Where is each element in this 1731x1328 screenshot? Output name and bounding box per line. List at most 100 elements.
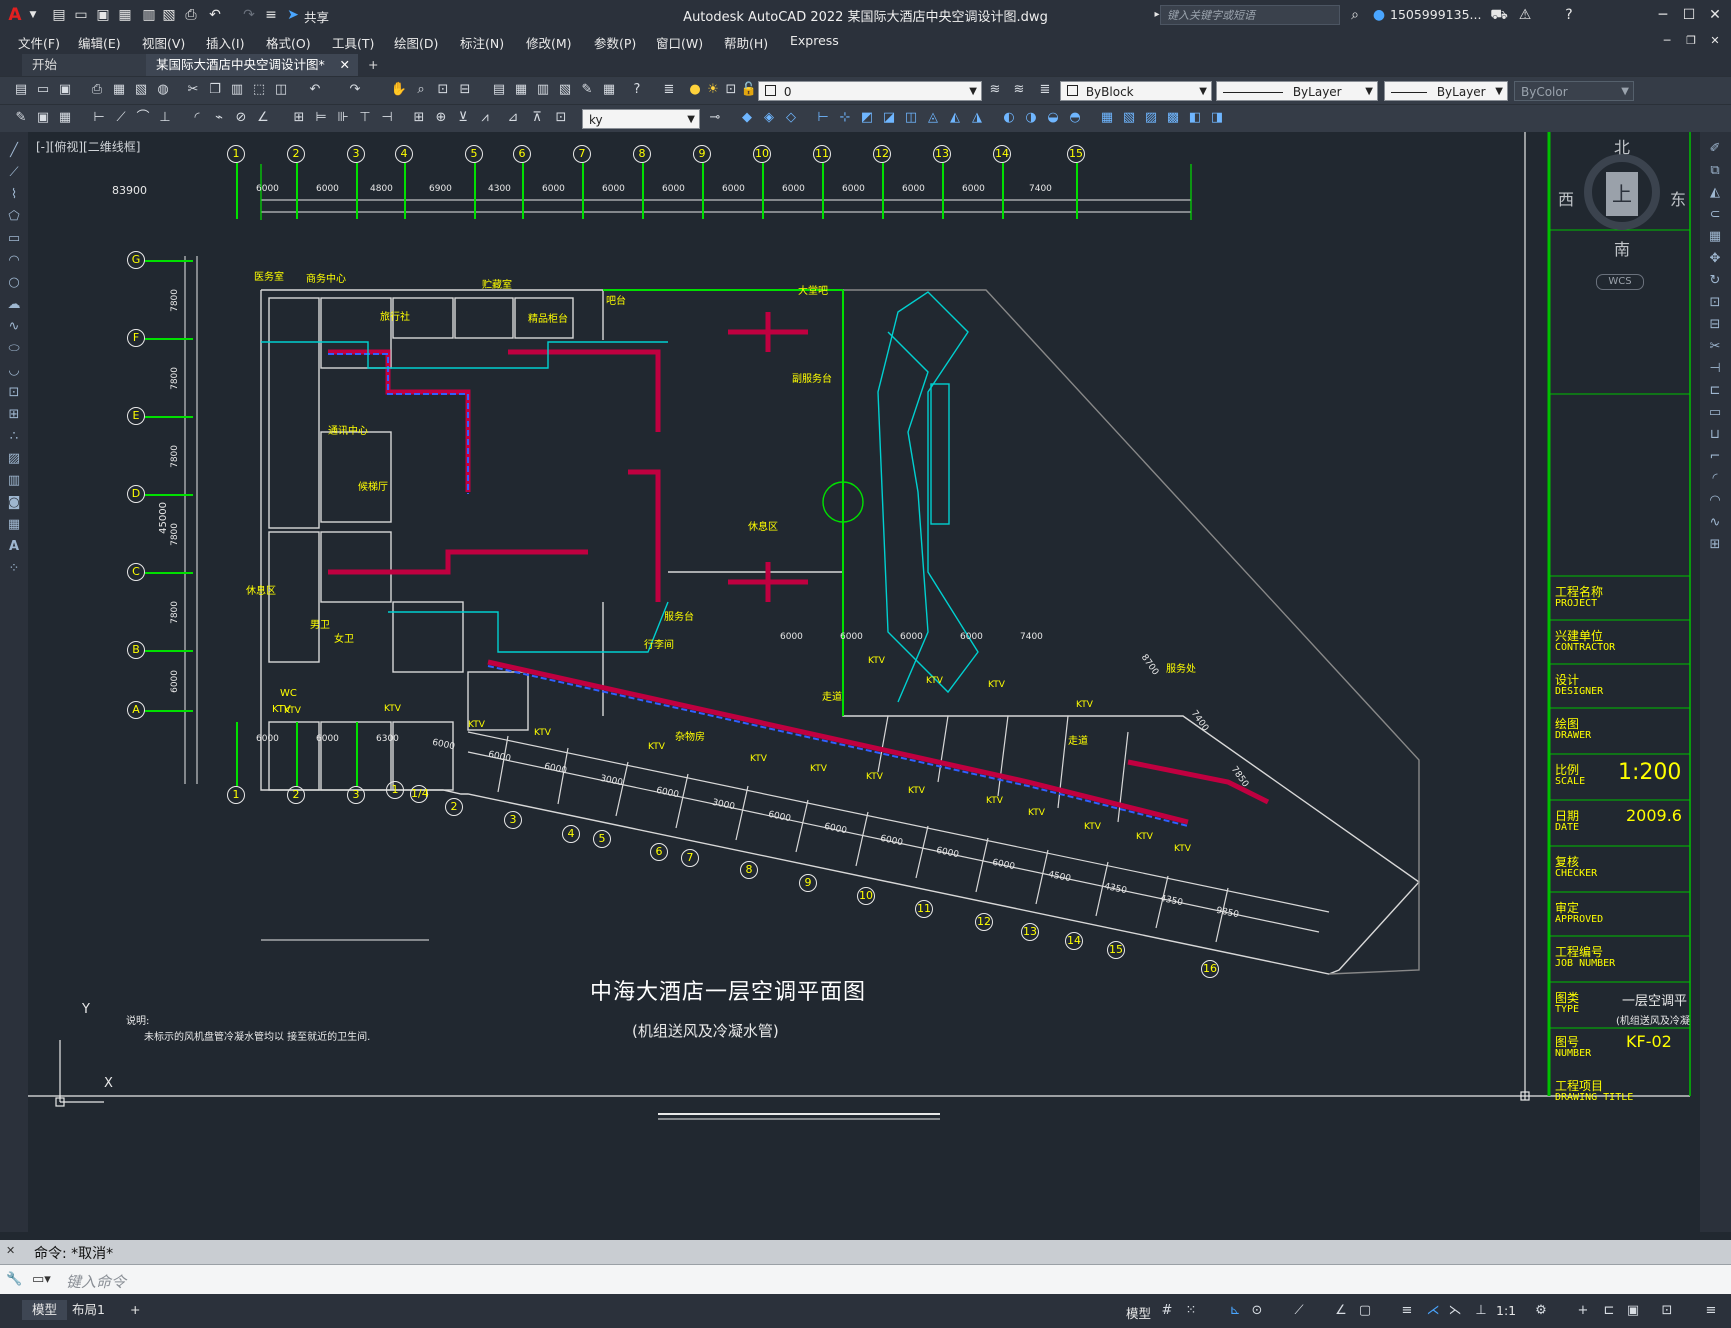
- new-icon[interactable]: ▤: [12, 81, 30, 99]
- doc-close-button[interactable]: ✕: [1702, 30, 1728, 52]
- linetype-combo[interactable]: ByLayer ▼: [1216, 81, 1378, 101]
- menu-parametric[interactable]: 参数(P): [594, 33, 636, 52]
- radius-dim-icon[interactable]: ◜: [188, 109, 206, 127]
- dim-space-icon[interactable]: ⊤: [356, 109, 374, 127]
- dim-update-icon[interactable]: ⊡: [552, 109, 570, 127]
- user-name[interactable]: 1505999135...: [1390, 7, 1481, 22]
- close-tab-icon[interactable]: ✕: [340, 54, 350, 76]
- save-icon[interactable]: ▣: [56, 81, 74, 99]
- region-icon[interactable]: ◙: [5, 494, 23, 512]
- isolate-icon[interactable]: ⊏: [1600, 1302, 1618, 1320]
- blend-icon[interactable]: ◠: [1706, 492, 1724, 510]
- calculator-icon[interactable]: ▦: [600, 81, 618, 99]
- continue-dim-icon[interactable]: ⊪: [334, 109, 352, 127]
- point-icon[interactable]: ∴: [5, 428, 23, 446]
- text-style-icon[interactable]: ✎: [12, 109, 30, 127]
- erase-icon[interactable]: ✐: [1706, 140, 1724, 158]
- ucs-object-icon[interactable]: ◪: [880, 109, 898, 127]
- isodraft-icon[interactable]: ⟋: [1290, 1302, 1308, 1320]
- ucs-3point-icon[interactable]: ◮: [968, 109, 986, 127]
- add-selected-icon[interactable]: ⁘: [5, 560, 23, 578]
- linear-dim-icon[interactable]: ⊢: [90, 109, 108, 127]
- menu-help[interactable]: 帮助(H): [724, 33, 768, 52]
- ucs-x-icon[interactable]: ◐: [1000, 109, 1018, 127]
- layer-on-icon[interactable]: ●: [686, 81, 704, 99]
- dim-style-icon[interactable]: ▣: [34, 109, 52, 127]
- add-icon[interactable]: +: [1574, 1302, 1592, 1320]
- frames-icon[interactable]: ◨: [1208, 109, 1226, 127]
- tolerance-icon[interactable]: ⊞: [410, 109, 428, 127]
- ucs-face-icon[interactable]: ◩: [858, 109, 876, 127]
- annotation-scale-icon[interactable]: ⊥: [1472, 1302, 1490, 1320]
- join-icon[interactable]: ⊔: [1706, 426, 1724, 444]
- dim-text-edit-icon[interactable]: ⊼: [528, 109, 546, 127]
- 3d-orbit-icon[interactable]: ◆: [738, 109, 756, 127]
- ucs-zaxis-icon[interactable]: ◭: [946, 109, 964, 127]
- clean-screen-icon[interactable]: ⊡: [1658, 1302, 1676, 1320]
- match-properties-icon[interactable]: ⬚: [250, 81, 268, 99]
- zoom-previous-icon[interactable]: ⊟: [456, 81, 474, 99]
- search-input[interactable]: 键入关键字或短语: [1160, 5, 1340, 25]
- publish-icon[interactable]: ▧: [132, 81, 150, 99]
- polygon-icon[interactable]: ⬠: [5, 208, 23, 226]
- annotation-visibility-icon[interactable]: ⋌: [1424, 1302, 1442, 1320]
- undo-icon[interactable]: ↶: [306, 81, 324, 99]
- revision-cloud-icon[interactable]: ☁: [5, 296, 23, 314]
- 3d-print-icon[interactable]: ◍: [154, 81, 172, 99]
- back-view-icon[interactable]: ◇: [782, 109, 800, 127]
- search-icon[interactable]: ⌕: [1346, 6, 1364, 24]
- object-snap-tracking-icon[interactable]: ∠: [1332, 1302, 1350, 1320]
- layer-properties-icon[interactable]: ≣: [660, 81, 678, 99]
- rotate-icon[interactable]: ↻: [1706, 272, 1724, 290]
- tab-model[interactable]: 模型: [22, 1300, 68, 1320]
- osnap-icon[interactable]: ▢: [1356, 1302, 1374, 1320]
- minimize-button[interactable]: ─: [1650, 4, 1676, 26]
- viewcube-north[interactable]: 北: [1614, 134, 1630, 158]
- zoom-window-icon[interactable]: ⊡: [434, 81, 452, 99]
- plot-preview-icon[interactable]: ▦: [110, 81, 128, 99]
- mirror-icon[interactable]: ◭: [1706, 184, 1724, 202]
- menu-format[interactable]: 格式(O): [266, 33, 311, 52]
- break-icon[interactable]: ▭: [1706, 404, 1724, 422]
- layer-lock-icon[interactable]: 🔓: [740, 81, 758, 99]
- viewcube-west[interactable]: 西: [1558, 186, 1574, 210]
- table-icon[interactable]: ▦: [5, 516, 23, 534]
- center-mark-icon[interactable]: ⊕: [432, 109, 450, 127]
- diameter-dim-icon[interactable]: ⊘: [232, 109, 250, 127]
- ucs-world-icon[interactable]: ⊹: [836, 109, 854, 127]
- viewcube-south[interactable]: 南: [1614, 236, 1630, 260]
- layer-vp-icon[interactable]: ⊡: [722, 81, 740, 99]
- wcs-menu[interactable]: WCS: [1596, 274, 1644, 290]
- ortho-icon[interactable]: ⊾: [1226, 1302, 1244, 1320]
- zoom-realtime-icon[interactable]: ⌕: [412, 81, 430, 99]
- snap-icon[interactable]: ⁙: [1182, 1302, 1200, 1320]
- new-tab-button[interactable]: +: [358, 54, 392, 76]
- grid-icon[interactable]: #: [1158, 1302, 1176, 1320]
- rectangle-icon[interactable]: ▭: [5, 230, 23, 248]
- xref-icon[interactable]: ▧: [1120, 109, 1138, 127]
- paste-icon[interactable]: ▥: [228, 81, 246, 99]
- spline-icon[interactable]: ∿: [5, 318, 23, 336]
- recent-commands-icon[interactable]: ▭▾: [32, 1272, 51, 1287]
- doc-minimize-button[interactable]: ─: [1654, 30, 1680, 52]
- help-icon[interactable]: ?: [628, 81, 646, 99]
- layer-combo[interactable]: 0 ▼: [758, 81, 982, 101]
- jogged-dim-icon[interactable]: ⌁: [210, 109, 228, 127]
- polar-icon[interactable]: ⊙: [1248, 1302, 1266, 1320]
- lineweight-icon[interactable]: ≡: [1398, 1302, 1416, 1320]
- ucs-icon[interactable]: ⊢: [814, 109, 832, 127]
- chamfer-icon[interactable]: ⌐: [1706, 448, 1724, 466]
- menu-express[interactable]: Express: [790, 33, 839, 48]
- pan-icon[interactable]: ✋: [390, 81, 408, 99]
- adjust-icon[interactable]: ◧: [1186, 109, 1204, 127]
- maximize-button[interactable]: ☐: [1676, 4, 1702, 26]
- menu-view[interactable]: 视图(V): [142, 33, 185, 52]
- dim-break-icon[interactable]: ⊣: [378, 109, 396, 127]
- ucs-view-icon[interactable]: ◫: [902, 109, 920, 127]
- angular-dim-icon[interactable]: ∠: [254, 109, 272, 127]
- spline-edit-icon[interactable]: ∿: [1706, 514, 1724, 532]
- design-center-icon[interactable]: ▦: [512, 81, 530, 99]
- workspace-gear-icon[interactable]: ⚙: [1532, 1302, 1550, 1320]
- viewcube-top-face[interactable]: 上: [1606, 172, 1638, 216]
- trim-icon[interactable]: ✂: [1706, 338, 1724, 356]
